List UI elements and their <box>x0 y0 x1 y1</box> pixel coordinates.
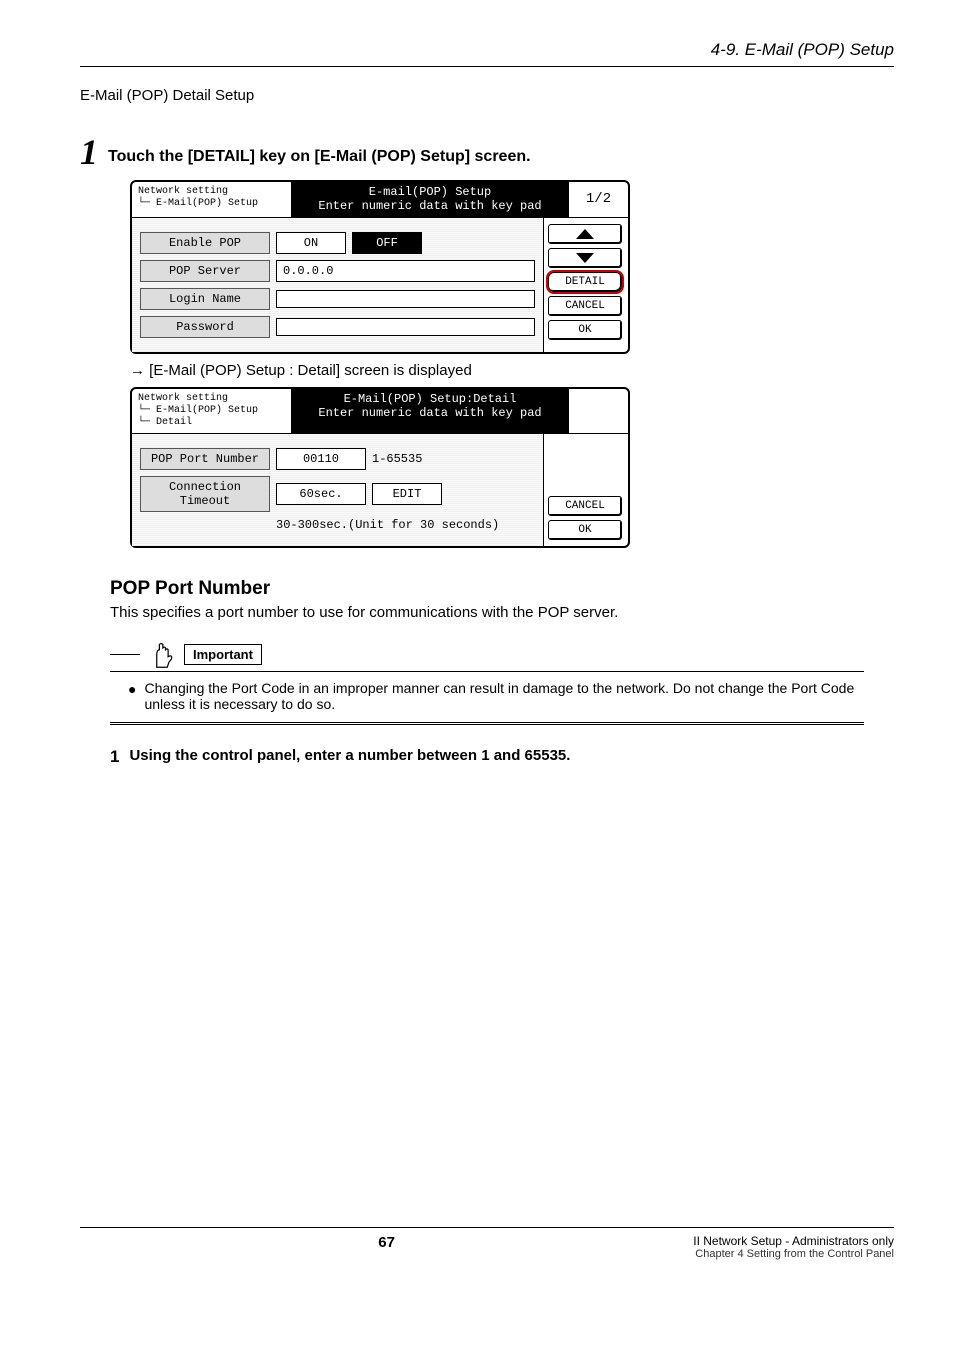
breadcrumb-l1: Network setting <box>138 393 285 405</box>
enable-pop-on-button[interactable]: ON <box>276 232 346 254</box>
pop-server-value[interactable]: 0.0.0.0 <box>276 260 535 282</box>
screen-title: E-Mail(POP) Setup:Detail Enter numeric d… <box>292 389 568 433</box>
screen-page-indicator: 1/2 <box>568 182 628 217</box>
section-subtitle: E-Mail (POP) Detail Setup <box>80 87 894 104</box>
pop-port-heading: POP Port Number <box>110 578 894 600</box>
important-callout: Important ● Changing the Port Code in an… <box>110 641 864 725</box>
screen-title: E-mail(POP) Setup Enter numeric data wit… <box>292 182 568 217</box>
screen-title-l1: E-Mail(POP) Setup:Detail <box>296 392 564 406</box>
breadcrumb-l2: └─ E-Mail(POP) Setup <box>138 405 285 417</box>
password-label: Password <box>140 316 270 338</box>
page-up-button[interactable] <box>548 224 622 244</box>
row-pop-port: POP Port Number 00110 1-65535 <box>140 448 535 470</box>
connection-timeout-note: 30-300sec.(Unit for 30 seconds) <box>276 518 499 532</box>
breadcrumb-l3: └─ Detail <box>138 417 285 429</box>
connection-timeout-value[interactable]: 60sec. <box>276 483 366 505</box>
important-label: Important <box>184 644 262 665</box>
arrow-up-icon <box>575 228 595 240</box>
step-instruction: Touch the [DETAIL] key on [E-Mail (POP) … <box>108 148 531 170</box>
breadcrumb: Network setting └─ E-Mail(POP) Setup └─ … <box>132 389 292 433</box>
row-login-name: Login Name <box>140 288 535 310</box>
cancel-button[interactable]: CANCEL <box>548 496 622 516</box>
step-number: 1 <box>80 134 98 170</box>
connection-timeout-edit-button[interactable]: EDIT <box>372 483 442 505</box>
page-number: 67 <box>80 1234 693 1260</box>
transition-note: → [E-Mail (POP) Setup : Detail] screen i… <box>130 362 894 379</box>
login-name-value[interactable] <box>276 290 535 308</box>
screen-page-indicator <box>568 389 628 433</box>
screen-title-l2: Enter numeric data with key pad <box>296 199 564 213</box>
screen-title-l1: E-mail(POP) Setup <box>296 185 564 199</box>
screenshot-setup: Network setting └─ E-Mail(POP) Setup E-m… <box>130 180 630 354</box>
substep-text: Using the control panel, enter a number … <box>129 747 570 767</box>
pop-port-value[interactable]: 00110 <box>276 448 366 470</box>
footer-chapter: Chapter 4 Setting from the Control Panel <box>693 1248 894 1260</box>
password-value[interactable] <box>276 318 535 336</box>
pop-port-label: POP Port Number <box>140 448 270 470</box>
bullet-icon: ● <box>128 680 136 712</box>
ok-button[interactable]: OK <box>548 520 622 540</box>
row-connection-timeout: Connection Timeout 60sec. EDIT <box>140 476 535 512</box>
detail-button[interactable]: DETAIL <box>548 272 622 292</box>
connection-timeout-label: Connection Timeout <box>140 476 270 512</box>
page-footer: 67 II Network Setup - Administrators onl… <box>80 1227 894 1260</box>
arrow-down-icon <box>575 252 595 264</box>
ok-button[interactable]: OK <box>548 320 622 340</box>
important-text: Changing the Port Code in an improper ma… <box>144 680 864 712</box>
important-hand-icon <box>148 641 176 669</box>
substep-number: 1 <box>110 747 119 767</box>
pop-port-description: This specifies a port number to use for … <box>110 604 894 621</box>
pop-port-range: 1-65535 <box>372 452 422 466</box>
row-enable-pop: Enable POP ON OFF <box>140 232 535 254</box>
footer-part: II Network Setup - Administrators only <box>693 1234 894 1248</box>
page-down-button[interactable] <box>548 248 622 268</box>
breadcrumb-l1: Network setting <box>138 186 285 198</box>
pop-server-label: POP Server <box>140 260 270 282</box>
cancel-button[interactable]: CANCEL <box>548 296 622 316</box>
enable-pop-off-button[interactable]: OFF <box>352 232 422 254</box>
row-pop-server: POP Server 0.0.0.0 <box>140 260 535 282</box>
running-header: 4-9. E-Mail (POP) Setup <box>80 40 894 67</box>
breadcrumb: Network setting └─ E-Mail(POP) Setup <box>132 182 292 217</box>
enable-pop-label: Enable POP <box>140 232 270 254</box>
login-name-label: Login Name <box>140 288 270 310</box>
screen-title-l2: Enter numeric data with key pad <box>296 406 564 420</box>
screenshot-detail: Network setting └─ E-Mail(POP) Setup └─ … <box>130 387 630 548</box>
breadcrumb-l2: └─ E-Mail(POP) Setup <box>138 198 285 210</box>
row-timeout-note: 30-300sec.(Unit for 30 seconds) <box>140 518 535 532</box>
row-password: Password <box>140 316 535 338</box>
